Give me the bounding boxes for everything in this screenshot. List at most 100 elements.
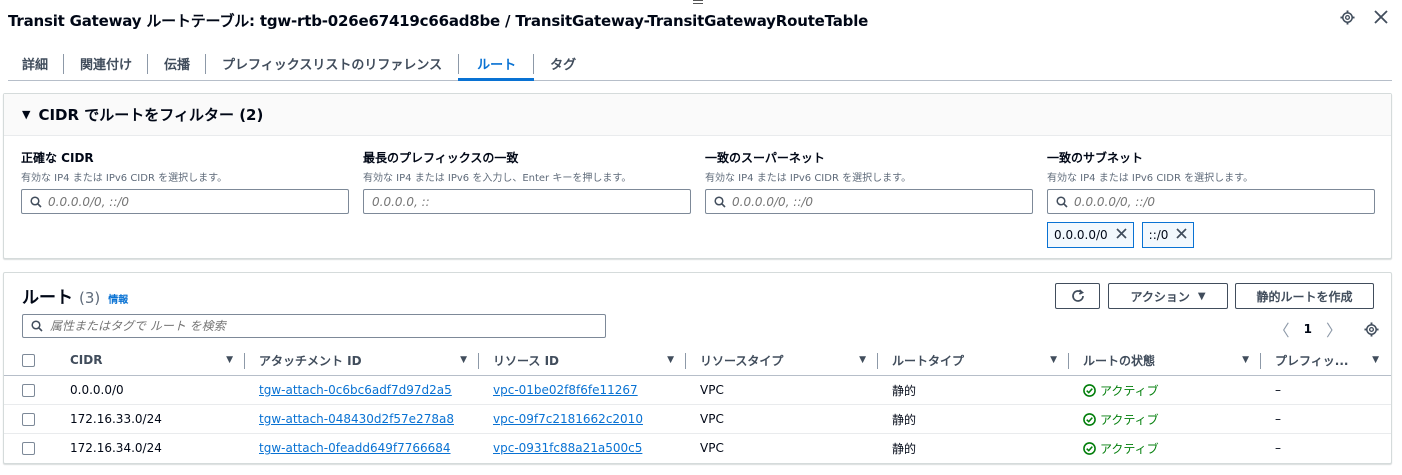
field-label: 一致のスーパーネット bbox=[705, 151, 825, 165]
routes-count: (3) bbox=[79, 289, 101, 307]
close-button[interactable] bbox=[1372, 8, 1390, 26]
resource-id-link[interactable]: vpc-0931fc88a21a500c5 bbox=[493, 441, 642, 455]
resource-id-link[interactable]: vpc-09f7c2181662c2010 bbox=[493, 412, 643, 426]
route-type-cell: 静的 bbox=[878, 375, 1069, 405]
filter-expander[interactable]: ▼ CIDR でルートをフィルター (2) bbox=[4, 94, 1391, 136]
subnet-field[interactable] bbox=[1074, 194, 1344, 209]
search-icon bbox=[31, 320, 43, 332]
tab-tags[interactable]: タグ bbox=[534, 46, 592, 80]
resource-id-cell: vpc-01be02f8f6fe11267 bbox=[479, 375, 686, 405]
refresh-icon bbox=[1071, 289, 1084, 302]
settings-button[interactable] bbox=[1338, 8, 1356, 26]
table-row[interactable]: 0.0.0.0/0 tgw-attach-0c6bc6adf7d97d2a5 v… bbox=[4, 375, 1391, 405]
routes-table: CIDR ▼ アタッチメント ID ▼ リソース ID ▼ リソースタイプ ▼ ルートタ… bbox=[4, 345, 1391, 463]
create-static-route-button[interactable]: 静的ルートを作成 bbox=[1235, 283, 1374, 309]
column-header-attachment-id[interactable]: アタッチメント ID ▼ bbox=[245, 345, 479, 376]
route-type-cell: 静的 bbox=[878, 404, 1069, 434]
column-label: ルートタイプ bbox=[892, 353, 965, 368]
status-label: アクティブ bbox=[1100, 441, 1159, 456]
tab-routes[interactable]: ルート bbox=[458, 46, 535, 81]
column-header-resource-id[interactable]: リソース ID ▼ bbox=[479, 345, 686, 376]
actions-dropdown-button[interactable]: アクション ▼ bbox=[1108, 283, 1228, 309]
sort-icon: ▼ bbox=[1050, 355, 1057, 365]
tab-prefix-list-references[interactable]: プレフィックスリストのリファレンス bbox=[206, 46, 460, 80]
close-icon bbox=[1374, 10, 1388, 24]
resource-id-link[interactable]: vpc-01be02f8f6fe11267 bbox=[493, 383, 638, 397]
attachment-id-cell: tgw-attach-0c6bc6adf7d97d2a5 bbox=[245, 375, 479, 405]
table-row[interactable]: 172.16.34.0/24 tgw-attach-0feadd649f7766… bbox=[4, 434, 1391, 463]
column-header-resource-type[interactable]: リソースタイプ ▼ bbox=[686, 345, 878, 376]
tab-label: 詳細 bbox=[22, 58, 49, 73]
pagination: 〈 1 〉 bbox=[1274, 317, 1379, 341]
longest-prefix-field[interactable] bbox=[372, 194, 642, 209]
sort-icon: ▼ bbox=[1242, 355, 1249, 365]
column-header-route-type[interactable]: ルートタイプ ▼ bbox=[878, 345, 1069, 376]
drag-handle[interactable] bbox=[693, 0, 703, 6]
field-description: 有効な IP4 または IPv6 CIDR を選択します。 bbox=[705, 173, 912, 184]
resource-id-cell: vpc-09f7c2181662c2010 bbox=[479, 404, 686, 434]
longest-prefix-input[interactable] bbox=[363, 189, 691, 214]
resource-type-cell: VPC bbox=[686, 404, 878, 434]
prefix-list-cell: – bbox=[1261, 375, 1391, 405]
info-link[interactable]: 情報 bbox=[108, 291, 128, 306]
page-number[interactable]: 1 bbox=[1304, 322, 1312, 336]
route-search-input[interactable] bbox=[50, 319, 590, 333]
column-header-prefix-list[interactable]: プレフィッ... ▼ bbox=[1261, 345, 1391, 376]
row-select-cell bbox=[4, 375, 48, 405]
table-row[interactable]: 172.16.33.0/24 tgw-attach-048430d2f57e27… bbox=[4, 404, 1391, 434]
search-icon bbox=[714, 195, 726, 208]
chevron-right-icon[interactable]: 〉 bbox=[1326, 317, 1342, 341]
token-label: ::/0 bbox=[1148, 228, 1169, 242]
field-label: 一致のサブネット bbox=[1047, 151, 1144, 165]
tab-label: タグ bbox=[550, 58, 577, 73]
row-checkbox[interactable] bbox=[22, 413, 35, 426]
column-header-route-state[interactable]: ルートの状態 ▼ bbox=[1069, 345, 1261, 376]
dismiss-token-button[interactable] bbox=[1176, 227, 1188, 243]
tab-details[interactable]: 詳細 bbox=[8, 46, 65, 80]
panel-header: Transit Gateway ルートテーブル: tgw-rtb-026e674… bbox=[8, 8, 1390, 32]
tab-label: 関連付け bbox=[80, 58, 133, 73]
dismiss-token-button[interactable] bbox=[1116, 227, 1127, 243]
route-type-cell: 静的 bbox=[892, 441, 917, 456]
field-description: 有効な IP4 または IPv6 CIDR を選択します。 bbox=[21, 173, 228, 184]
chevron-left-icon[interactable]: 〈 bbox=[1274, 317, 1290, 341]
sort-icon: ▼ bbox=[859, 355, 866, 365]
subnet-input[interactable] bbox=[1047, 189, 1375, 214]
row-checkbox[interactable] bbox=[22, 442, 35, 456]
resource-id-cell: vpc-0931fc88a21a500c5 bbox=[479, 434, 686, 463]
routes-title: ルート bbox=[22, 288, 73, 308]
preferences-button[interactable] bbox=[1364, 321, 1379, 337]
token-chip: ::/0 bbox=[1141, 222, 1195, 248]
row-checkbox[interactable] bbox=[22, 384, 35, 397]
refresh-button[interactable] bbox=[1055, 283, 1100, 309]
attachment-id-link[interactable]: tgw-attach-048430d2f57e278a8 bbox=[259, 412, 454, 426]
token-group: 0.0.0.0/0 ::/0 bbox=[1047, 222, 1375, 248]
column-label: プレフィッ... bbox=[1275, 353, 1349, 368]
gear-icon bbox=[1364, 321, 1379, 337]
cidr-cell: 172.16.33.0/24 bbox=[48, 404, 245, 434]
status-indicator: アクティブ bbox=[1083, 440, 1261, 457]
row-select-cell bbox=[4, 404, 48, 434]
tab-propagations[interactable]: 伝播 bbox=[148, 46, 207, 80]
status-indicator: アクティブ bbox=[1083, 382, 1261, 399]
tab-associations[interactable]: 関連付け bbox=[64, 46, 149, 80]
token-label: 0.0.0.0/0 bbox=[1054, 228, 1108, 242]
attachment-id-link[interactable]: tgw-attach-0feadd649f7766684 bbox=[259, 441, 451, 455]
column-label: ルートの状態 bbox=[1083, 353, 1156, 368]
table-header-row: CIDR ▼ アタッチメント ID ▼ リソース ID ▼ リソースタイプ ▼ ルートタ… bbox=[4, 345, 1391, 376]
route-search[interactable] bbox=[22, 314, 606, 338]
close-icon bbox=[1176, 228, 1188, 239]
sort-icon: ▼ bbox=[226, 355, 233, 365]
prefix-list-cell: – bbox=[1275, 441, 1281, 456]
supernet-field[interactable] bbox=[732, 194, 1002, 209]
supernet-input[interactable] bbox=[705, 189, 1033, 214]
column-label: CIDR bbox=[70, 353, 103, 367]
caret-down-icon: ▼ bbox=[22, 108, 31, 121]
exact-cidr-input[interactable] bbox=[21, 189, 349, 214]
attachment-id-link[interactable]: tgw-attach-0c6bc6adf7d97d2a5 bbox=[259, 383, 452, 397]
column-header-cidr[interactable]: CIDR ▼ bbox=[48, 345, 245, 376]
attachment-id-cell: tgw-attach-0feadd649f7766684 bbox=[245, 434, 479, 463]
select-all-checkbox[interactable] bbox=[22, 354, 35, 367]
exact-cidr-field[interactable] bbox=[48, 194, 318, 209]
page-title: Transit Gateway ルートテーブル: tgw-rtb-026e674… bbox=[8, 11, 869, 30]
